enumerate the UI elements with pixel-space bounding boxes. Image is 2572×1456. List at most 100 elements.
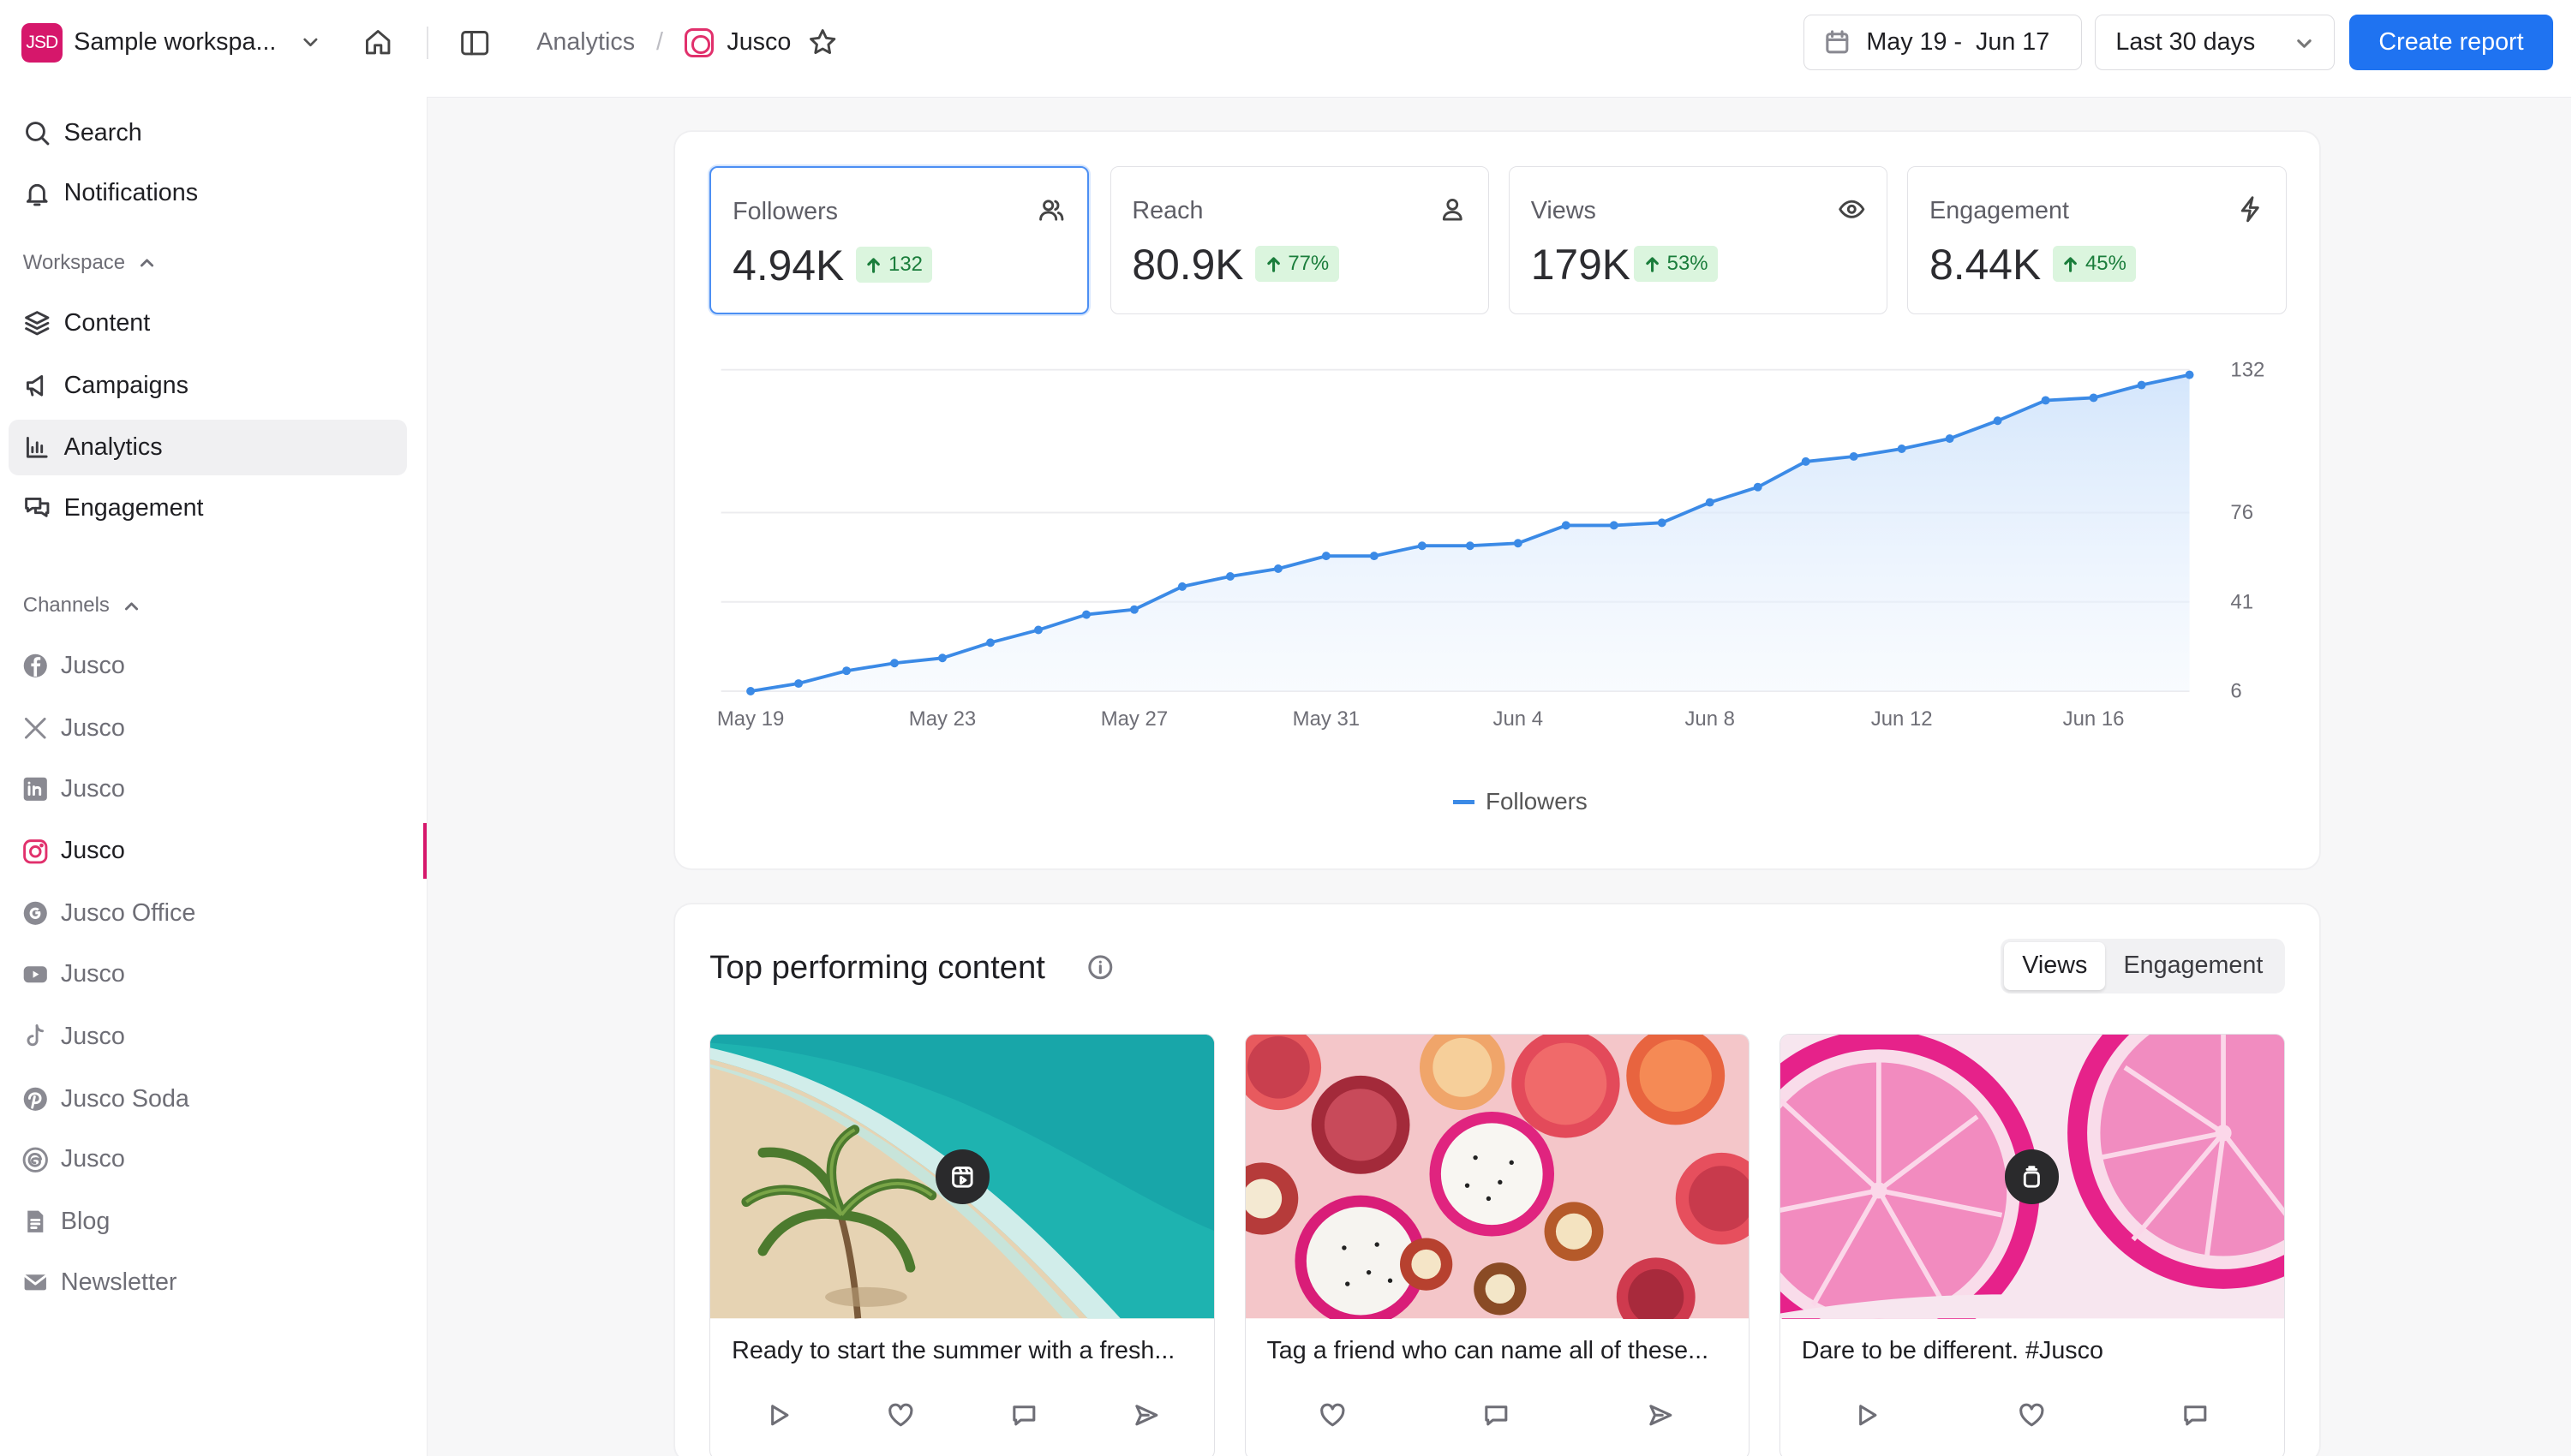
y-tick-label: 6 [2230, 680, 2241, 703]
date-range-picker[interactable]: May 19 - Jun 17 [1803, 15, 2083, 71]
channel-linkedin[interactable]: Jusco [9, 761, 407, 817]
sidebar-item-label: Search [63, 118, 142, 146]
channels-section-toggle[interactable]: Channels [23, 594, 141, 618]
channel-pinterest[interactable]: Jusco Soda [9, 1071, 407, 1126]
sidebar-item-label: Engagement [63, 494, 204, 522]
info-icon[interactable] [1087, 954, 1114, 981]
post-card[interactable]: Dare to be different. #Jusco [1779, 1034, 2285, 1456]
data-point[interactable] [938, 653, 948, 663]
workspace-logo[interactable]: JSD [21, 22, 63, 63]
sidebar-item-notifications[interactable]: Notifications [9, 165, 407, 221]
data-point[interactable] [1321, 552, 1331, 561]
comment-icon[interactable] [1483, 1402, 1510, 1429]
post-actions [710, 1402, 1214, 1435]
post-card[interactable]: Tag a friend who can name all of these..… [1244, 1034, 1750, 1456]
sidebar-toggle-icon[interactable] [459, 28, 490, 57]
heart-icon[interactable] [888, 1402, 914, 1429]
chevron-up-icon [123, 597, 141, 615]
data-point[interactable] [1082, 610, 1091, 619]
data-point[interactable] [1801, 457, 1810, 467]
tab-engagement[interactable]: Engagement [2105, 942, 2281, 990]
channel-instagram[interactable]: Jusco [9, 823, 407, 879]
main-content: Followers 4.94K 132 Reach 80.9K 77% View… [426, 96, 2571, 1456]
google-icon [21, 899, 50, 928]
data-point[interactable] [2041, 396, 2050, 405]
chat-icon [23, 494, 51, 522]
tab-views[interactable]: Views [2004, 942, 2106, 990]
post-image-fruits [1245, 1035, 1750, 1319]
play-icon[interactable] [766, 1402, 793, 1429]
y-tick-label: 132 [2230, 359, 2264, 382]
data-point[interactable] [986, 638, 996, 647]
range-preset-select[interactable]: Last 30 days [2095, 15, 2336, 71]
star-icon[interactable] [807, 27, 838, 57]
document-icon [21, 1208, 50, 1236]
breadcrumb-separator: / [656, 27, 663, 56]
data-point[interactable] [1657, 518, 1666, 528]
comment-icon[interactable] [2182, 1402, 2209, 1429]
sidebar-item-search[interactable]: Search [9, 105, 407, 161]
workspace-name[interactable]: Sample workspa... [74, 28, 276, 57]
chevron-down-icon[interactable] [299, 31, 322, 54]
reel-badge [935, 1149, 990, 1204]
sidebar-item-analytics[interactable]: Analytics [8, 420, 407, 476]
data-point[interactable] [746, 687, 756, 696]
channel-label: Jusco [60, 959, 125, 988]
threads-icon [21, 1146, 50, 1174]
data-point[interactable] [2137, 380, 2146, 390]
post-card[interactable]: Ready to start the summer with a fresh..… [709, 1034, 1216, 1456]
channel-x[interactable]: Jusco [9, 701, 407, 756]
heart-icon[interactable] [2019, 1402, 2045, 1429]
data-point[interactable] [1993, 416, 2002, 426]
channel-threads[interactable]: Jusco [9, 1131, 407, 1187]
data-point[interactable] [1753, 482, 1762, 492]
data-point[interactable] [1034, 625, 1044, 635]
data-point[interactable] [1177, 582, 1187, 592]
data-point[interactable] [1417, 541, 1427, 551]
sidebar-item-content[interactable]: Content [9, 295, 407, 351]
pinterest-icon [21, 1085, 50, 1113]
data-point[interactable] [794, 679, 804, 689]
channel-blog[interactable]: Blog [9, 1194, 407, 1250]
channel-label: Jusco [60, 651, 125, 679]
home-icon[interactable] [362, 27, 393, 57]
megaphone-icon [23, 372, 51, 400]
share-icon[interactable] [1133, 1402, 1160, 1429]
data-point[interactable] [1705, 498, 1714, 507]
channel-facebook[interactable]: Jusco [9, 638, 407, 694]
data-point[interactable] [2089, 393, 2098, 403]
data-point[interactable] [1273, 564, 1283, 574]
channel-youtube[interactable]: Jusco [9, 946, 407, 1002]
data-point[interactable] [1465, 541, 1474, 551]
data-point[interactable] [842, 666, 852, 676]
data-point[interactable] [1130, 605, 1139, 614]
sidebar-item-engagement[interactable]: Engagement [9, 480, 407, 536]
x-tick-label: Jun 12 [1871, 707, 1933, 731]
channel-google[interactable]: Jusco Office [9, 886, 407, 941]
data-point[interactable] [1225, 572, 1235, 582]
play-icon[interactable] [1854, 1402, 1881, 1429]
comment-icon[interactable] [1011, 1402, 1038, 1429]
heart-icon[interactable] [1319, 1402, 1346, 1429]
channel-tiktok[interactable]: Jusco [9, 1009, 407, 1065]
breadcrumb-analytics[interactable]: Analytics [536, 28, 635, 57]
sidebar-item-campaigns[interactable]: Campaigns [9, 357, 407, 413]
share-icon[interactable] [1648, 1402, 1674, 1429]
instagram-icon [21, 838, 50, 866]
sidebar-item-label: Analytics [63, 433, 163, 462]
data-point[interactable] [1561, 521, 1570, 530]
linkedin-icon [21, 775, 50, 803]
data-point[interactable] [890, 659, 900, 668]
workspace-section-toggle[interactable]: Workspace [23, 251, 157, 275]
channel-label: Jusco [60, 837, 125, 865]
channel-newsletter[interactable]: Newsletter [9, 1255, 407, 1310]
data-point[interactable] [1849, 452, 1858, 462]
data-point[interactable] [1369, 552, 1379, 561]
create-report-button[interactable]: Create report [2349, 15, 2553, 71]
data-point[interactable] [1513, 539, 1522, 548]
data-point[interactable] [1945, 434, 1954, 444]
chart-legend[interactable]: Followers [1452, 788, 1588, 815]
data-point[interactable] [1897, 445, 1906, 454]
data-point[interactable] [1609, 521, 1618, 530]
data-point[interactable] [2185, 370, 2194, 379]
